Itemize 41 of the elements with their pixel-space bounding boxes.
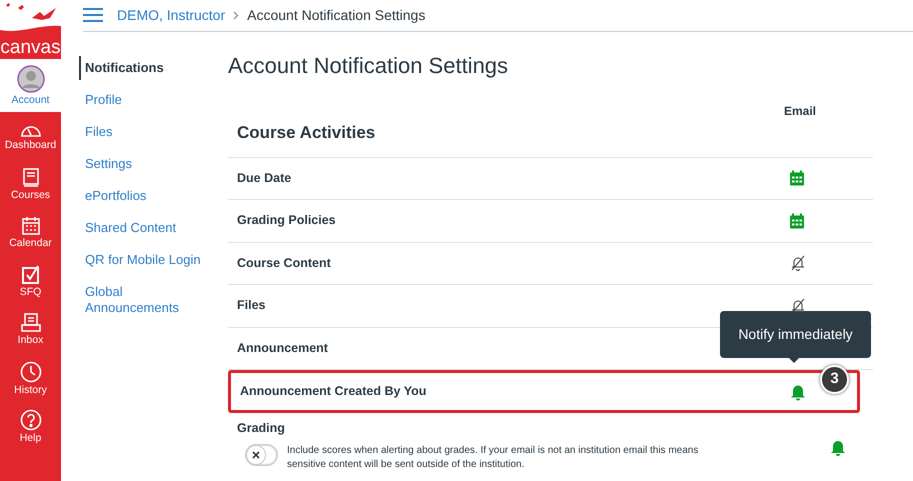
row-label: Due Date (237, 170, 292, 187)
tooltip-pointer-icon (788, 356, 800, 362)
account-nav-link[interactable]: Notifications (79, 56, 164, 80)
chevron-icon (233, 10, 240, 20)
breadcrumb-current: Account Notification Settings (247, 6, 426, 25)
row-label: Files (237, 297, 266, 314)
checkbox-icon (20, 264, 40, 285)
column-header: Email (784, 102, 816, 120)
account-nav-link[interactable]: QR for Mobile Login (79, 248, 201, 272)
account-nav-link[interactable]: Settings (79, 152, 132, 176)
toggle-switch[interactable] (245, 444, 278, 466)
account-nav-link[interactable]: Shared Content (79, 216, 176, 240)
menu-icon[interactable] (83, 8, 103, 22)
step-badge: 3 (820, 364, 849, 394)
section-heading: Course Activities (237, 122, 376, 144)
page-title: Account Notification Settings (228, 52, 510, 80)
calendar-icon[interactable] (790, 170, 804, 186)
account-nav-link[interactable]: Global Announcements (79, 280, 204, 320)
row-label: Announcement Created By You (240, 383, 426, 400)
inbox-icon (20, 313, 40, 334)
tooltip: Notify immediately (720, 310, 871, 358)
bell-icon[interactable] (830, 439, 846, 456)
row-label: Grading Policies (237, 212, 336, 230)
muted-bell-icon[interactable] (790, 255, 806, 272)
account-nav-link[interactable]: ePortfolios (79, 184, 146, 208)
calendar-icon[interactable] (790, 213, 804, 228)
row-label: Announcement (237, 340, 328, 357)
calendar-icon (20, 216, 40, 236)
bell-icon[interactable] (790, 383, 806, 400)
description-text: Include scores when alerting about grades. If your email is not an institution email this means sensitive content will be sent outside of the institution. (287, 444, 700, 472)
x-icon (252, 450, 260, 459)
book-icon (22, 168, 40, 188)
row-label: Course Content (237, 254, 331, 272)
breadcrumb-link[interactable]: DEMO, Instructor (117, 4, 226, 26)
row-label: Grading (237, 420, 286, 437)
account-nav-link[interactable]: Files (79, 120, 112, 144)
avatar-icon (16, 64, 44, 92)
nav-item[interactable]: Account (0, 59, 61, 112)
account-nav-link[interactable]: Profile (79, 88, 122, 112)
clock-icon (20, 360, 42, 383)
help-icon (20, 409, 42, 432)
